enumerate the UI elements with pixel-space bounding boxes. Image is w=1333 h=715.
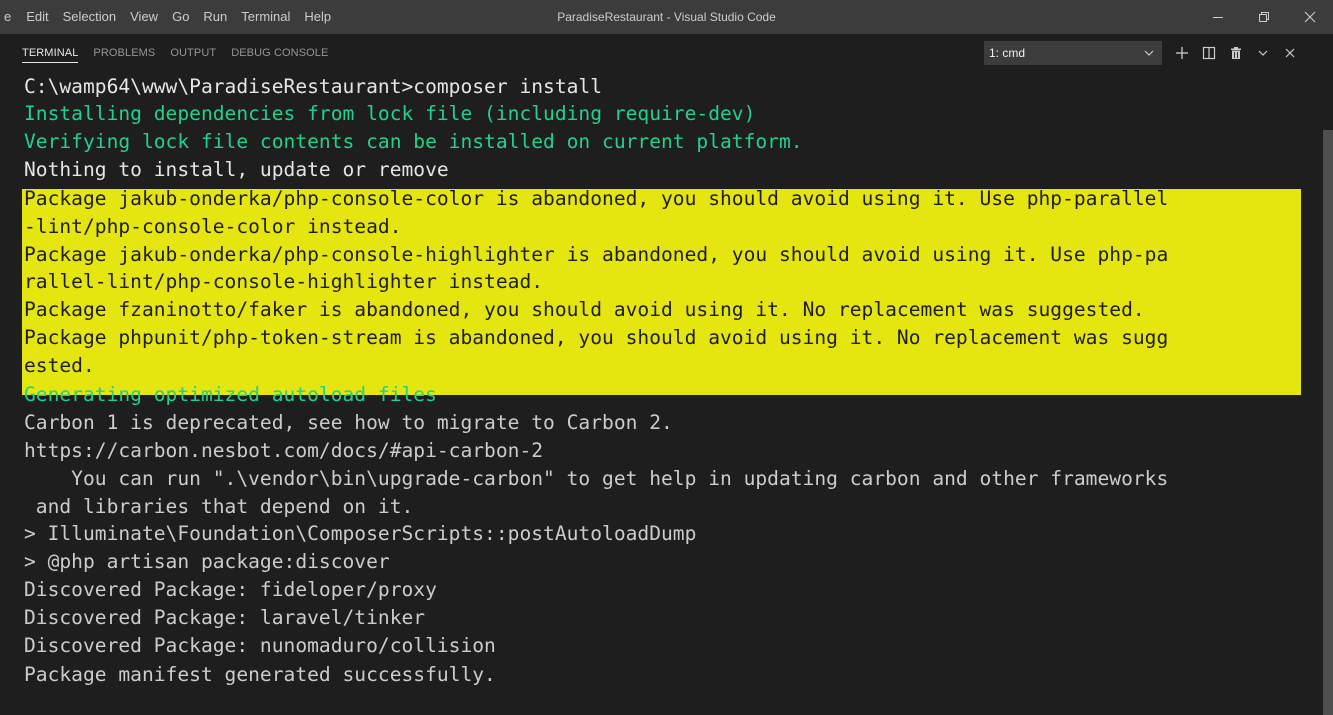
menu-file[interactable]: e [0, 0, 19, 34]
maximize-panel-button[interactable] [1249, 41, 1276, 65]
minimize-button[interactable] [1195, 0, 1241, 34]
terminal-line: Package manifest generated successfully. [24, 663, 496, 686]
chevron-up-icon [1258, 50, 1267, 56]
menu-selection[interactable]: Selection [56, 0, 123, 34]
kill-terminal-button[interactable] [1222, 41, 1249, 65]
terminal-line: Package jakub-onderka/php-console-highli… [24, 243, 1169, 266]
terminal-line: > @php artisan package:discover [24, 550, 390, 573]
terminal-line: Package jakub-onderka/php-console-color … [24, 187, 1169, 210]
tab-terminal[interactable]: TERMINAL [22, 34, 79, 72]
minimize-icon [1213, 17, 1223, 18]
terminal-line: Discovered Package: nunomaduro/collision [24, 634, 496, 657]
terminal-line: Nothing to install, update or remove [24, 158, 449, 181]
chevron-down-icon [1144, 50, 1154, 56]
menu-go[interactable]: Go [165, 0, 196, 34]
plus-icon [1175, 47, 1188, 59]
menu-terminal[interactable]: Terminal [234, 0, 297, 34]
terminal-line: -lint/php-console-color instead. [24, 215, 402, 238]
tab-problems[interactable]: PROBLEMS [93, 34, 155, 72]
terminal-line: C:\wamp64\www\ParadiseRestaurant>compose… [24, 75, 603, 98]
close-icon [1285, 48, 1294, 58]
panel-actions [1168, 41, 1303, 65]
restore-button[interactable] [1241, 0, 1287, 34]
menu-help[interactable]: Help [297, 0, 338, 34]
tab-output[interactable]: OUTPUT [170, 34, 216, 72]
restore-icon [1259, 12, 1269, 22]
close-icon [1304, 11, 1316, 23]
terminal-line: Generating optimized autoload files [24, 383, 437, 406]
window-controls [1195, 0, 1333, 34]
menu-run[interactable]: Run [196, 0, 234, 34]
terminal-line: Installing dependencies from lock file (… [24, 102, 756, 125]
title-bar: e Edit Selection View Go Run Terminal He… [0, 0, 1333, 34]
terminal-line: Package phpunit/php-token-stream is aban… [24, 326, 1169, 349]
new-terminal-button[interactable] [1168, 41, 1195, 65]
terminal-line: and libraries that depend on it. [24, 495, 414, 518]
panel-tabs: TERMINAL PROBLEMS OUTPUT DEBUG CONSOLE [22, 34, 343, 72]
terminal-line: Discovered Package: laravel/tinker [24, 606, 426, 629]
close-panel-button[interactable] [1276, 41, 1303, 65]
terminal-line: rallel-lint/php-console-highlighter inst… [24, 270, 544, 293]
split-icon [1202, 46, 1215, 60]
terminal-line: You can run ".\vendor\bin\upgrade-carbon… [24, 467, 1169, 490]
close-window-button[interactable] [1287, 0, 1333, 34]
tab-debug-console[interactable]: DEBUG CONSOLE [231, 34, 328, 72]
terminal-line: Verifying lock file contents can be inst… [24, 130, 803, 153]
split-terminal-button[interactable] [1195, 41, 1222, 65]
terminal-line: Discovered Package: fideloper/proxy [24, 578, 437, 601]
menu-edit[interactable]: Edit [19, 0, 55, 34]
menu-view[interactable]: View [123, 0, 165, 34]
terminal-line: ested. [24, 354, 95, 377]
terminal-selector-value: 1: cmd [989, 46, 1026, 60]
terminal-line: Carbon 1 is deprecated, see how to migra… [24, 411, 673, 434]
terminal-line: https://carbon.nesbot.com/docs/#api-carb… [24, 439, 544, 462]
terminal-scrollbar-thumb[interactable] [1323, 130, 1333, 715]
panel-header: TERMINAL PROBLEMS OUTPUT DEBUG CONSOLE 1… [0, 34, 1333, 72]
terminal-line: > Illuminate\Foundation\ComposerScripts:… [24, 522, 697, 545]
terminal-line: Package fzaninotto/faker is abandoned, y… [24, 298, 1145, 321]
terminal-selector[interactable]: 1: cmd [984, 41, 1162, 65]
menu-bar: e Edit Selection View Go Run Terminal He… [0, 0, 338, 34]
trash-icon [1230, 47, 1241, 59]
